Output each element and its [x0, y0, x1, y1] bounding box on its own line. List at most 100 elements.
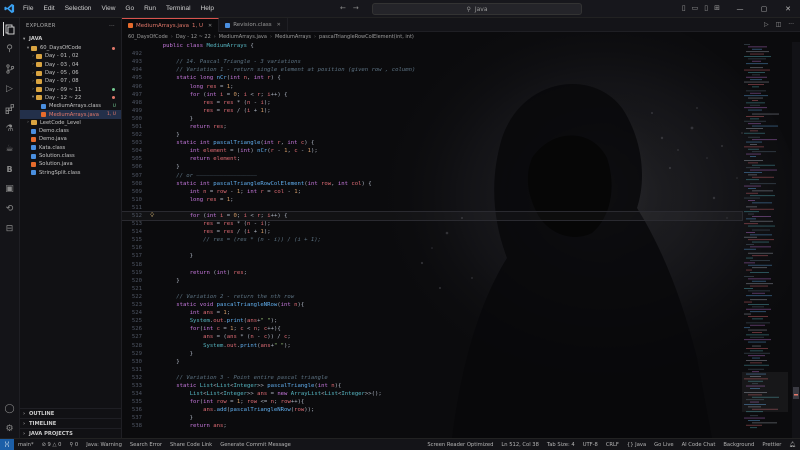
- code-line[interactable]: 495 static long nCr(int n, int r) {: [122, 74, 742, 82]
- code-line[interactable]: 514 res = res / (i + 1);: [122, 228, 742, 236]
- code-line[interactable]: 516: [122, 244, 742, 252]
- code-line[interactable]: 509 int n = row - 1; int r = col - 1;: [122, 188, 742, 196]
- tree-file[interactable]: Demo.java: [20, 135, 121, 143]
- status-right-item[interactable]: Tab Size: 4: [543, 442, 579, 448]
- tree-folder[interactable]: › Day - 03 , 04: [20, 61, 121, 69]
- code-line[interactable]: 523 static void pascalTriangleNRow(int n…: [122, 301, 742, 309]
- tree-file[interactable]: MediumArrays.java 1, U: [20, 110, 121, 119]
- menu-item-go[interactable]: Go: [120, 5, 139, 12]
- code-line[interactable]: 517 }: [122, 252, 742, 260]
- editor-tab[interactable]: Revision.class ✕: [219, 18, 288, 32]
- code-line[interactable]: 506 }: [122, 163, 742, 171]
- code-line[interactable]: 511: [122, 204, 742, 212]
- code-line[interactable]: 502 }: [122, 131, 742, 139]
- code-line[interactable]: 521: [122, 285, 742, 293]
- tree-file[interactable]: Solution.class: [20, 152, 121, 160]
- menu-item-run[interactable]: Run: [139, 5, 161, 12]
- search-icon[interactable]: ⚲: [3, 42, 17, 56]
- toggle-secondary-sidebar-icon[interactable]: ▯: [704, 4, 708, 12]
- more-actions-icon[interactable]: ···: [109, 23, 115, 29]
- breadcrumb-item[interactable]: MediumArrays.java: [219, 34, 267, 40]
- menu-item-view[interactable]: View: [96, 5, 120, 12]
- remote-explorer-icon[interactable]: ▣: [3, 182, 17, 196]
- source-control-icon[interactable]: [3, 62, 17, 76]
- code-line[interactable]: 493 // 14. Pascal Triangle - 3 variation…: [122, 58, 742, 66]
- close-tab-icon[interactable]: ✕: [277, 22, 281, 28]
- sidebar-section-java-projects[interactable]: › JAVA PROJECTS: [20, 428, 121, 438]
- status-left-item[interactable]: ⚲ 0: [65, 442, 82, 448]
- menu-item-terminal[interactable]: Terminal: [161, 5, 196, 12]
- code-line[interactable]: 515 // res = (res * (n - i)) / (i + 1);: [122, 236, 742, 244]
- code-line[interactable]: 503 static int pascalTriangle(int r, int…: [122, 139, 742, 147]
- code-line[interactable]: 534 List<List<Integer>> ans = new ArrayL…: [122, 390, 742, 398]
- sidebar-section-timeline[interactable]: › TIMELINE: [20, 418, 121, 428]
- code-line[interactable]: 499 res = res / (i + 1);: [122, 107, 742, 115]
- toggle-sidebar-icon[interactable]: ▯: [682, 4, 686, 12]
- toggle-panel-icon[interactable]: ▭: [692, 4, 699, 12]
- back-arrow-icon[interactable]: ←: [340, 4, 346, 12]
- customize-layout-icon[interactable]: ⊞: [714, 4, 720, 12]
- status-right-item[interactable]: Go Live: [650, 442, 677, 448]
- code-line[interactable]: 531: [122, 366, 742, 374]
- status-right-item[interactable]: CRLF: [602, 442, 623, 448]
- tree-folder[interactable]: › Day - 09 ~ 11: [20, 85, 121, 93]
- tree-folder[interactable]: ▾ Day - 12 ~ 22: [20, 94, 121, 102]
- code-line[interactable]: 522 // Variation 2 - return the nth row: [122, 293, 742, 301]
- code-line[interactable]: 518: [122, 261, 742, 269]
- explorer-icon[interactable]: [2, 22, 17, 36]
- code-line[interactable]: 505 return element;: [122, 155, 742, 163]
- java-coffee-icon[interactable]: ☕: [3, 142, 17, 156]
- tree-file[interactable]: Kata.class: [20, 144, 121, 152]
- notifications-bell-icon[interactable]: 🔔︎: [785, 442, 800, 448]
- code-line[interactable]: 526 for(int c = 1; c < n; c++){: [122, 325, 742, 333]
- code-line[interactable]: 538 return ans;: [122, 422, 742, 430]
- account-icon[interactable]: ◯: [3, 402, 17, 416]
- code-line[interactable]: 525 System.out.print(ans+" ");: [122, 317, 742, 325]
- status-left-item[interactable]: Share Code Link: [166, 442, 216, 448]
- more-actions-icon[interactable]: ···: [788, 21, 794, 28]
- run-debug-icon[interactable]: ▷: [3, 82, 17, 96]
- tree-folder[interactable]: › Day - 05 , 06: [20, 69, 121, 77]
- tree-file[interactable]: MediumArrays.class U: [20, 102, 121, 110]
- tree-file[interactable]: StringSplit.class: [20, 168, 121, 176]
- breadcrumb-item[interactable]: pascalTriangleRowColElement(int, int): [319, 34, 414, 40]
- code-line[interactable]: 535 for(int row = 1; row <= n; row++){: [122, 398, 742, 406]
- code-view[interactable]: public class MediumArrays {492 493 // 14.…: [122, 42, 743, 431]
- breadcrumb-item[interactable]: Day - 12 ~ 22: [176, 34, 211, 40]
- status-right-item[interactable]: Background: [719, 442, 758, 448]
- code-line[interactable]: 513 res = res * (n - i);: [122, 220, 742, 228]
- code-line[interactable]: 501 return res;: [122, 123, 742, 131]
- workspace-root[interactable]: ▾ JAVA: [20, 34, 121, 44]
- code-line[interactable]: 497 for (int i = 0; i < r; i++) {: [122, 91, 742, 99]
- code-line[interactable]: 536 ans.add(pascalTriangleNRow(row));: [122, 406, 742, 414]
- status-right-item[interactable]: AI Code Chat: [678, 442, 720, 448]
- maximize-icon[interactable]: ▢: [752, 0, 776, 18]
- status-right-item[interactable]: Screen Reader Optimized: [423, 442, 497, 448]
- command-center-search[interactable]: ⚲ Java: [372, 3, 582, 15]
- status-right-item[interactable]: {} Java: [623, 442, 650, 448]
- code-line[interactable]: public class MediumArrays {: [122, 42, 742, 50]
- close-tab-icon[interactable]: ✕: [208, 23, 212, 29]
- code-line[interactable]: 504 int element = (int) nCr(r - 1, c - 1…: [122, 147, 742, 155]
- status-left-item[interactable]: main*: [14, 442, 38, 448]
- code-line[interactable]: 500 }: [122, 115, 742, 123]
- status-right-item[interactable]: Prettier: [758, 442, 785, 448]
- tree-file[interactable]: Demo.class: [20, 127, 121, 135]
- code-line[interactable]: 520 }: [122, 277, 742, 285]
- code-line[interactable]: 532 // Variation 3 - Point entire pascal…: [122, 374, 742, 382]
- settings-gear-icon[interactable]: ⚙: [3, 422, 17, 436]
- tree-folder[interactable]: ▾ 60_DaysOfCode: [20, 44, 121, 52]
- forward-arrow-icon[interactable]: →: [353, 4, 359, 12]
- status-left-item[interactable]: ⊘ 9 △ 0: [38, 442, 66, 448]
- split-editor-icon[interactable]: ◫: [776, 21, 782, 28]
- status-left-item[interactable]: Java: Warning: [82, 442, 126, 448]
- code-line[interactable]: 530 }: [122, 358, 742, 366]
- tree-file[interactable]: Solution.java: [20, 160, 121, 168]
- menu-item-help[interactable]: Help: [196, 5, 219, 12]
- status-right-item[interactable]: Ln 512, Col 38: [497, 442, 543, 448]
- tree-folder[interactable]: › Day - 01 , 02: [20, 52, 121, 60]
- code-line[interactable]: 512 💡︎ for (int i = 0; i < r; i++) {: [122, 210, 743, 222]
- code-line[interactable]: 533 static List<List<Integer>> pascalTri…: [122, 382, 742, 390]
- project-manager-icon[interactable]: ⊟: [3, 222, 17, 236]
- extensions-icon[interactable]: [3, 102, 17, 116]
